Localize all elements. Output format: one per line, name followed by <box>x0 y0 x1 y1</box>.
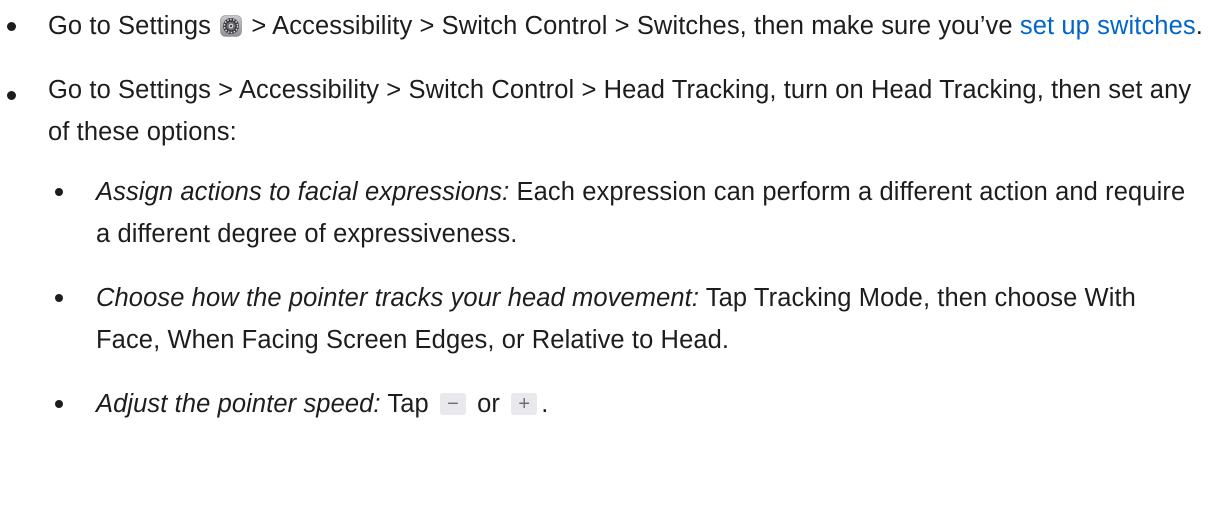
item-punctuation: . <box>1195 12 1203 40</box>
option-text: or <box>477 390 501 418</box>
list-item-switches: Go to Settings > Accessibility > Switch … <box>0 0 1214 47</box>
list-item-facial-expressions: Assign actions to facial expressions: Ea… <box>48 171 1204 255</box>
plus-button-icon: + <box>511 393 538 415</box>
bullet <box>55 400 63 408</box>
list-item-pointer-speed: Adjust the pointer speed: Tap − or +. <box>48 383 1204 425</box>
minus-button-icon: − <box>439 393 466 415</box>
minus-glyph: − <box>447 393 459 415</box>
item-text: Go to Settings > Accessibility > Switch … <box>48 76 1192 146</box>
plus-glyph: + <box>518 393 531 415</box>
bullet <box>55 188 63 196</box>
option-text: Tap <box>387 390 429 418</box>
set-up-switches-link[interactable]: set up switches <box>1020 12 1196 40</box>
option-label: Choose how the pointer tracks your head … <box>96 284 700 312</box>
options-list: Assign actions to facial expressions: Ea… <box>48 171 1204 425</box>
list-item-tracking-mode: Choose how the pointer tracks your head … <box>48 277 1204 361</box>
item-text: Go to Settings <box>48 12 211 40</box>
option-punctuation: . <box>541 390 549 418</box>
bullet <box>7 91 16 100</box>
bullet <box>7 22 16 31</box>
option-label: Adjust the pointer speed: <box>96 390 381 418</box>
list-item-head-tracking: Go to Settings > Accessibility > Switch … <box>0 69 1214 425</box>
settings-gear-icon <box>220 15 242 37</box>
bullet <box>55 294 63 302</box>
item-text: > Accessibility > Switch Control > Switc… <box>251 12 1013 40</box>
instruction-list: Go to Settings > Accessibility > Switch … <box>0 0 1214 425</box>
option-label: Assign actions to facial expressions: <box>96 178 510 206</box>
